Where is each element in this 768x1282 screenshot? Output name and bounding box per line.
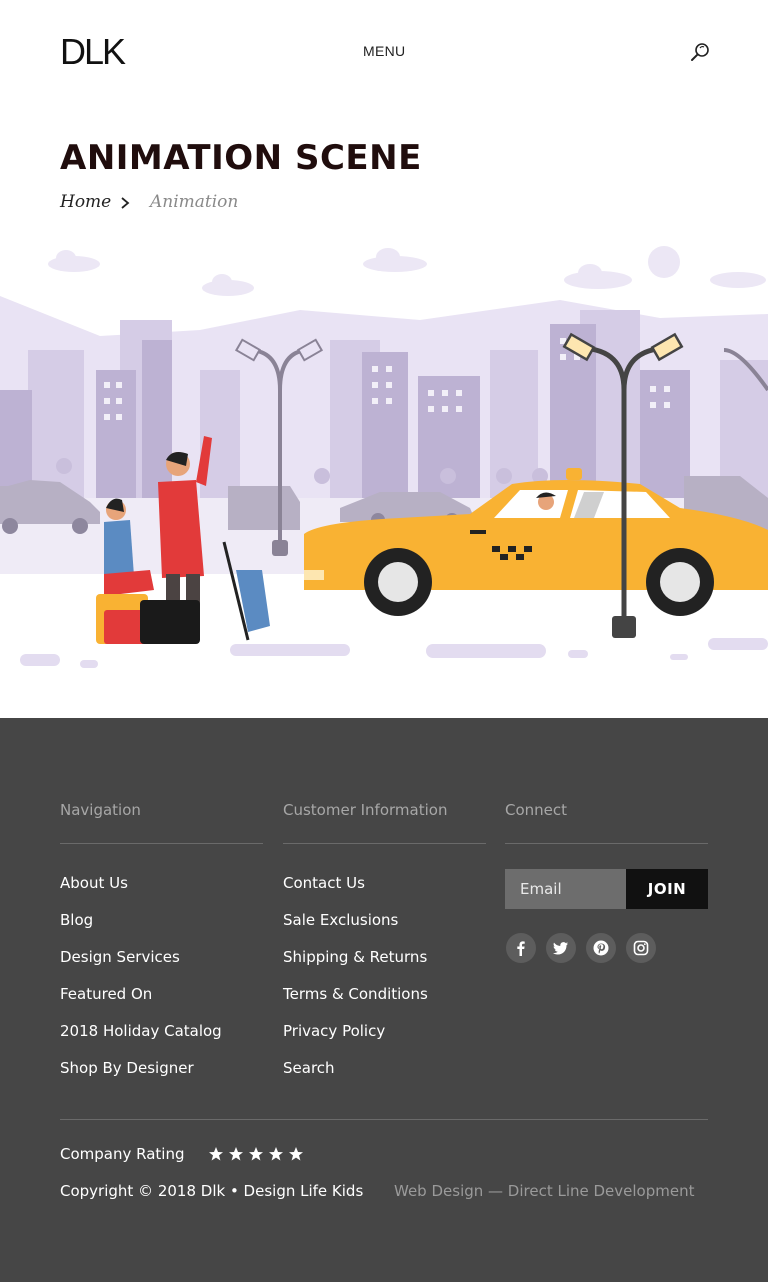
- page-title: ANIMATION SCENE: [60, 138, 422, 178]
- search-icon[interactable]: [688, 40, 712, 64]
- star-icon: [229, 1147, 243, 1161]
- menu-button[interactable]: MENU: [363, 43, 405, 59]
- divider: [60, 1119, 708, 1120]
- connect-heading: Connect: [505, 801, 568, 819]
- navigation-heading: Navigation: [60, 801, 141, 819]
- company-rating-label: Company Rating: [60, 1145, 185, 1163]
- breadcrumb-current: Animation: [150, 192, 239, 212]
- footer-link-featured-on[interactable]: Featured On: [60, 981, 222, 1018]
- customer-information-heading: Customer Information: [283, 801, 448, 819]
- footer-link-shipping-returns[interactable]: Shipping & Returns: [283, 944, 428, 981]
- star-icon: [249, 1147, 263, 1161]
- star-icon: [269, 1147, 283, 1161]
- chevron-right-icon: [121, 197, 130, 209]
- breadcrumb-home-link[interactable]: Home: [60, 192, 111, 212]
- twitter-icon[interactable]: [546, 933, 576, 963]
- star-icon: [209, 1147, 223, 1161]
- email-input[interactable]: Email: [505, 869, 626, 909]
- animation-scene-illustration: [0, 246, 768, 668]
- divider: [60, 843, 263, 844]
- footer-link-privacy-policy[interactable]: Privacy Policy: [283, 1018, 428, 1055]
- footer-link-holiday-catalog[interactable]: 2018 Holiday Catalog: [60, 1018, 222, 1055]
- footer-navigation: Navigation About Us Blog Design Services…: [60, 798, 263, 1077]
- footer-customer-information: Customer Information Contact Us Sale Exc…: [283, 798, 486, 1077]
- footer-link-terms-conditions[interactable]: Terms & Conditions: [283, 981, 428, 1018]
- footer-link-blog[interactable]: Blog: [60, 907, 222, 944]
- footer-link-shop-by-designer[interactable]: Shop By Designer: [60, 1055, 222, 1092]
- divider: [283, 843, 486, 844]
- site-header: DLK MENU: [0, 0, 768, 100]
- footer-link-about-us[interactable]: About Us: [60, 870, 222, 907]
- facebook-icon[interactable]: [506, 933, 536, 963]
- footer-link-sale-exclusions[interactable]: Sale Exclusions: [283, 907, 428, 944]
- join-button[interactable]: JOIN: [626, 869, 708, 909]
- site-logo[interactable]: DLK: [60, 34, 126, 70]
- footer-connect: Connect Email JOIN: [505, 798, 708, 963]
- footer-link-design-services[interactable]: Design Services: [60, 944, 222, 981]
- instagram-icon[interactable]: [626, 933, 656, 963]
- pinterest-icon[interactable]: [586, 933, 616, 963]
- divider: [505, 843, 708, 844]
- star-icon: [289, 1147, 303, 1161]
- footer-link-search[interactable]: Search: [283, 1055, 428, 1092]
- copyright-text: Copyright © 2018 Dlk • Design Life Kids: [60, 1182, 364, 1200]
- footer-link-contact-us[interactable]: Contact Us: [283, 870, 428, 907]
- web-design-credit-link[interactable]: Web Design — Direct Line Development: [394, 1179, 694, 1203]
- site-footer: Navigation About Us Blog Design Services…: [0, 718, 768, 1282]
